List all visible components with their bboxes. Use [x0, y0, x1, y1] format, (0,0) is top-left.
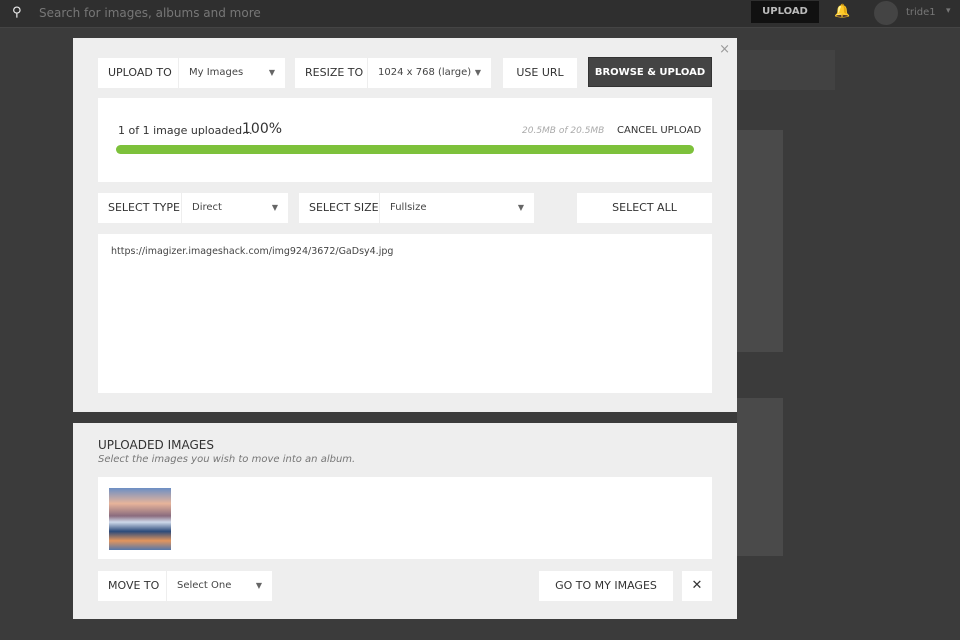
upload-to-label: UPLOAD TO	[108, 66, 172, 79]
chevron-down-icon: ▼	[271, 203, 278, 212]
chevron-down-icon[interactable]: ▾	[946, 6, 951, 16]
select-type-label: SELECT TYPE	[108, 201, 180, 214]
username[interactable]: tride1	[906, 7, 936, 18]
progress-bar	[116, 145, 694, 154]
close-icon[interactable]: ✕	[682, 571, 712, 601]
progress-panel: 1 of 1 image uploaded... 100% 20.5MB of …	[98, 98, 712, 182]
move-to-select[interactable]: Select One ▼	[166, 571, 272, 601]
select-all-button[interactable]: SELECT ALL	[577, 193, 712, 223]
use-url-button[interactable]: USE URL	[503, 58, 577, 88]
move-to-group: MOVE TO Select One ▼	[98, 571, 272, 601]
select-size-value: Fullsize	[390, 202, 427, 213]
upload-percent: 100%	[242, 121, 283, 137]
select-size-select[interactable]: Fullsize ▼	[379, 193, 534, 223]
thumbnails-area	[98, 477, 712, 559]
chevron-down-icon: ▼	[474, 68, 481, 77]
bell-icon[interactable]: 🔔	[834, 4, 850, 19]
upload-to-select[interactable]: My Images ▼	[178, 58, 285, 88]
cancel-upload-link[interactable]: CANCEL UPLOAD	[617, 125, 701, 136]
chevron-down-icon: ▼	[268, 68, 275, 77]
background-image	[737, 398, 783, 556]
upload-size: 20.5MB of 20.5MB	[522, 126, 605, 136]
browse-upload-button[interactable]: BROWSE & UPLOAD	[588, 57, 712, 87]
upload-to-value: My Images	[189, 67, 244, 78]
resize-group: RESIZE TO 1024 x 768 (large) ▼	[295, 58, 491, 88]
select-type-select[interactable]: Direct ▼	[181, 193, 288, 223]
uploaded-subtitle: Select the images you wish to move into …	[98, 454, 356, 465]
image-link[interactable]: https://imagizer.imageshack.com/img924/3…	[111, 246, 393, 257]
upload-to-group: UPLOAD TO My Images ▼	[98, 58, 285, 88]
resize-value: 1024 x 768 (large)	[378, 67, 472, 78]
avatar[interactable]	[874, 1, 898, 25]
upload-modal: × UPLOAD TO My Images ▼ RESIZE TO 1024 x …	[73, 38, 737, 412]
select-size-group: SELECT SIZE Fullsize ▼	[299, 193, 534, 223]
chevron-down-icon: ▼	[517, 203, 524, 212]
upload-status: 1 of 1 image uploaded...	[118, 124, 253, 137]
go-to-my-images-button[interactable]: GO TO MY IMAGES	[539, 571, 673, 601]
background-image	[737, 130, 783, 352]
links-textarea[interactable]: https://imagizer.imageshack.com/img924/3…	[98, 234, 712, 393]
close-icon[interactable]: ×	[719, 42, 730, 57]
move-to-label: MOVE TO	[108, 579, 160, 592]
move-to-value: Select One	[177, 580, 232, 591]
top-bar: ⚲ Search for images, albums and more UPL…	[0, 0, 960, 28]
select-type-group: SELECT TYPE Direct ▼	[98, 193, 288, 223]
chevron-down-icon: ▼	[255, 581, 262, 590]
uploaded-title: UPLOADED IMAGES	[98, 438, 214, 452]
resize-label: RESIZE TO	[305, 66, 364, 79]
resize-select[interactable]: 1024 x 768 (large) ▼	[367, 58, 491, 88]
image-thumbnail[interactable]	[109, 488, 171, 550]
select-size-label: SELECT SIZE	[309, 201, 379, 214]
search-icon[interactable]: ⚲	[12, 5, 22, 20]
upload-button[interactable]: UPLOAD	[751, 1, 819, 23]
uploaded-images-panel: UPLOADED IMAGES Select the images you wi…	[73, 423, 737, 619]
search-input[interactable]: Search for images, albums and more	[39, 6, 261, 20]
select-type-value: Direct	[192, 202, 222, 213]
